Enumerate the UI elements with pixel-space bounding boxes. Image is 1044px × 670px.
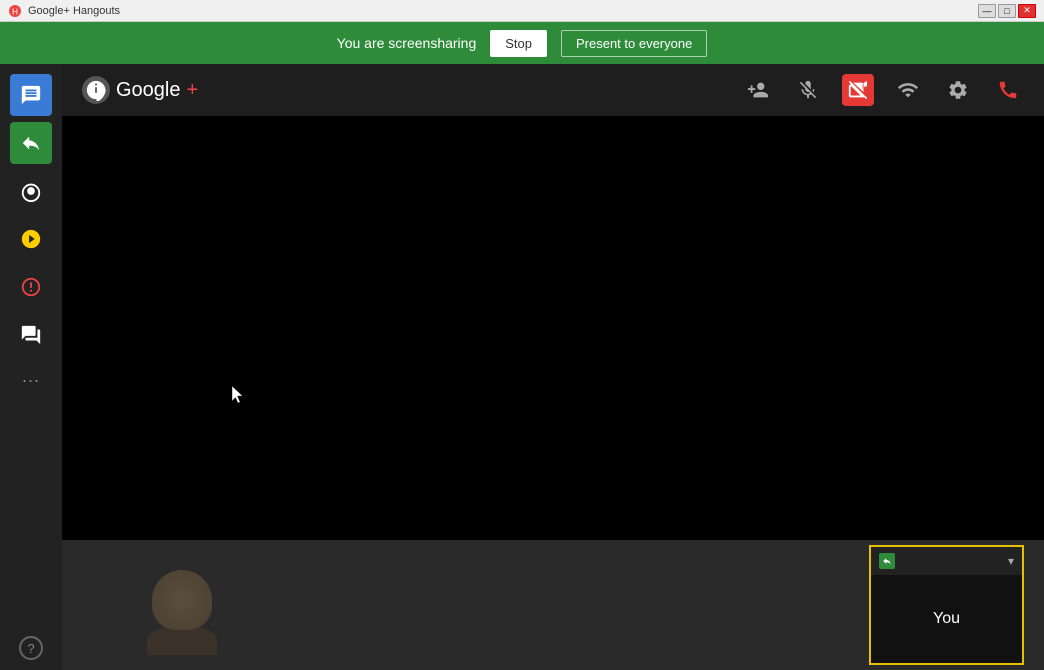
titlebar: H Google+ Hangouts — □ ✕: [0, 0, 1044, 22]
plus-sign: +: [187, 79, 199, 102]
add-person-button[interactable]: [742, 74, 774, 106]
minimize-button[interactable]: —: [978, 4, 996, 18]
you-panel-chevron-icon[interactable]: ▾: [1008, 554, 1014, 568]
sidebar: ... ?: [0, 64, 62, 670]
maximize-button[interactable]: □: [998, 4, 1016, 18]
video-toggle-button[interactable]: [842, 74, 874, 106]
hangouts-logo-icon: [82, 76, 110, 104]
avatar-head: [152, 570, 212, 630]
present-to-everyone-button[interactable]: Present to everyone: [561, 30, 707, 57]
screenshare-bar: You are screensharing Stop Present to ev…: [0, 22, 1044, 64]
you-panel-header: ▾: [871, 547, 1022, 575]
logo-area: Google +: [82, 76, 742, 104]
close-button[interactable]: ✕: [1018, 4, 1036, 18]
controls-area: [742, 74, 1024, 106]
you-panel: ▾ You: [869, 545, 1024, 665]
end-call-button[interactable]: [992, 74, 1024, 106]
screenshare-message: You are screensharing: [337, 35, 477, 51]
mute-button[interactable]: [792, 74, 824, 106]
sidebar-item-camera[interactable]: [10, 170, 52, 212]
you-label: You: [933, 610, 960, 628]
sidebar-more-button[interactable]: ...: [22, 366, 40, 387]
sidebar-item-chat2[interactable]: [10, 314, 52, 356]
video-area: [62, 116, 1044, 540]
sidebar-item-chat[interactable]: [10, 74, 52, 116]
bottom-strip: ▾ You: [62, 540, 1044, 670]
settings-button[interactable]: [942, 74, 974, 106]
sidebar-item-lifesaver[interactable]: [10, 266, 52, 308]
signal-button[interactable]: [892, 74, 924, 106]
you-panel-screenshare-icon: [879, 553, 895, 569]
sidebar-item-effects[interactable]: [10, 218, 52, 260]
cursor-indicator: [232, 386, 244, 404]
sidebar-item-screenshare[interactable]: [10, 122, 52, 164]
stop-screenshare-button[interactable]: Stop: [490, 30, 547, 57]
google-text: Google: [116, 79, 181, 102]
app-icon: H: [8, 4, 22, 18]
sidebar-help-button[interactable]: ?: [19, 636, 43, 660]
you-panel-video: You: [871, 575, 1022, 663]
window-title: Google+ Hangouts: [28, 5, 120, 17]
avatar-watermark: [142, 570, 222, 660]
window-controls[interactable]: — □ ✕: [978, 4, 1036, 18]
main-layout: ... ? Google +: [0, 64, 1044, 670]
svg-text:H: H: [12, 7, 18, 16]
content-area: Google +: [62, 64, 1044, 670]
top-bar: Google +: [62, 64, 1044, 116]
titlebar-left: H Google+ Hangouts: [8, 4, 120, 18]
